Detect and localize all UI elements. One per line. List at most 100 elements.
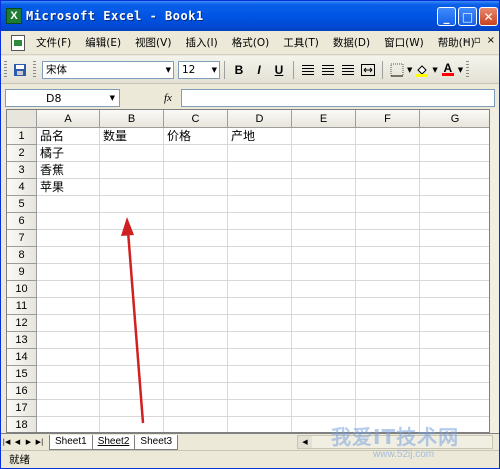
font-color-icon[interactable]: A <box>438 60 458 80</box>
menu-tools[interactable]: 工具(T) <box>276 35 326 50</box>
close-button[interactable]: ✕ <box>479 7 498 26</box>
doc-minimize-button[interactable]: - <box>464 35 468 46</box>
row-header-8[interactable]: 8 <box>7 247 37 264</box>
gridline <box>37 229 489 230</box>
row-header-1[interactable]: 1 <box>7 128 37 145</box>
last-sheet-icon[interactable]: ▶| <box>34 438 45 446</box>
gridline <box>37 382 489 383</box>
bold-button[interactable]: B <box>229 60 249 80</box>
gridline <box>37 195 489 196</box>
column-header-d[interactable]: D <box>228 110 292 128</box>
row-header-11[interactable]: 11 <box>7 298 37 315</box>
row-header-5[interactable]: 5 <box>7 196 37 213</box>
fill-color-icon[interactable] <box>412 60 432 80</box>
status-text: 就绪 <box>9 454 30 466</box>
menu-window[interactable]: 窗口(W) <box>377 35 431 50</box>
font-size-select[interactable]: 12 ▼ <box>178 60 220 79</box>
italic-button[interactable]: I <box>249 60 269 80</box>
cell-a2[interactable]: 橘子 <box>40 145 64 161</box>
toolbar-separator <box>382 60 383 79</box>
row-header-6[interactable]: 6 <box>7 213 37 230</box>
save-icon[interactable] <box>10 60 30 80</box>
cell-c1[interactable]: 价格 <box>167 128 191 144</box>
gridline <box>37 297 489 298</box>
gridline <box>37 212 489 213</box>
row-header-9[interactable]: 9 <box>7 264 37 281</box>
row-header-12[interactable]: 12 <box>7 315 37 332</box>
toolbar-grip-3[interactable] <box>466 60 470 79</box>
formula-input[interactable] <box>181 89 495 107</box>
tab-sheet2[interactable]: Sheet2 <box>91 434 136 450</box>
vertical-scrollbar[interactable] <box>490 109 499 433</box>
row-header-16[interactable]: 16 <box>7 383 37 400</box>
row-header-10[interactable]: 10 <box>7 281 37 298</box>
chevron-down-icon[interactable]: ▼ <box>458 66 463 74</box>
menu-edit[interactable]: 编辑(E) <box>78 35 128 50</box>
column-header-a[interactable]: A <box>37 110 100 128</box>
doc-restore-button[interactable]: ▫ <box>474 35 481 46</box>
merge-center-icon[interactable] <box>358 60 378 80</box>
align-left-icon[interactable] <box>298 60 318 80</box>
minimize-button[interactable]: _ <box>437 7 456 26</box>
column-header-g[interactable]: G <box>420 110 489 128</box>
window-title: Microsoft Excel - Book1 <box>26 9 204 23</box>
workbook-icon[interactable] <box>11 34 25 51</box>
title-bar[interactable]: X Microsoft Excel - Book1 _ □ ✕ <box>1 1 499 31</box>
scroll-left-icon[interactable]: ◀ <box>298 436 312 448</box>
row-header-3[interactable]: 3 <box>7 162 37 179</box>
watermark-url: www.52ij.com <box>373 449 435 460</box>
first-sheet-icon[interactable]: |◀ <box>1 438 12 446</box>
menu-data[interactable]: 数据(D) <box>326 35 377 50</box>
font-name-select[interactable]: 宋体 ▼ <box>42 60 174 79</box>
column-header-f[interactable]: F <box>356 110 420 128</box>
row-header-14[interactable]: 14 <box>7 349 37 366</box>
align-right-icon[interactable] <box>338 60 358 80</box>
toolbar-grip-2[interactable] <box>33 60 36 79</box>
menu-bar: 文件(F) 编辑(E) 视图(V) 插入(I) 格式(O) 工具(T) 数据(D… <box>1 31 499 55</box>
select-all-corner[interactable] <box>7 110 37 128</box>
doc-close-button[interactable]: × <box>487 35 495 46</box>
row-header-4[interactable]: 4 <box>7 179 37 196</box>
row-header-7[interactable]: 7 <box>7 230 37 247</box>
gridline <box>37 331 489 332</box>
gridline <box>37 246 489 247</box>
excel-window: X Microsoft Excel - Book1 _ □ ✕ 文件(F) 编辑… <box>0 0 500 469</box>
gridline <box>37 178 489 179</box>
gridline <box>37 144 489 145</box>
underline-button[interactable]: U <box>269 60 289 80</box>
column-header-b[interactable]: B <box>100 110 164 128</box>
excel-app-icon[interactable]: X <box>6 8 22 24</box>
cell-a1[interactable]: 品名 <box>40 128 64 144</box>
watermark-text: 我爱IT技术网 <box>331 425 460 449</box>
menu-insert[interactable]: 插入(I) <box>178 35 224 50</box>
cell-a3[interactable]: 香蕉 <box>40 162 64 178</box>
row-header-15[interactable]: 15 <box>7 366 37 383</box>
toolbar-grip[interactable] <box>4 60 7 79</box>
column-header-e[interactable]: E <box>292 110 356 128</box>
worksheet-grid[interactable]: A B C D E F G 1 2 3 4 5 6 7 8 9 10 11 12… <box>6 109 490 433</box>
maximize-button[interactable]: □ <box>458 7 477 26</box>
row-header-13[interactable]: 13 <box>7 332 37 349</box>
gridline <box>37 314 489 315</box>
menu-file[interactable]: 文件(F) <box>29 35 78 50</box>
menu-view[interactable]: 视图(V) <box>128 35 178 50</box>
cell-a4[interactable]: 苹果 <box>40 179 64 195</box>
fx-icon[interactable]: fx <box>164 92 172 104</box>
align-center-icon[interactable] <box>318 60 338 80</box>
cell-b1[interactable]: 数量 <box>103 128 127 144</box>
tab-sheet1[interactable]: Sheet1 <box>49 434 93 450</box>
column-header-c[interactable]: C <box>164 110 228 128</box>
row-header-18[interactable]: 18 <box>7 417 37 432</box>
chevron-down-icon[interactable]: ▼ <box>110 94 115 102</box>
next-sheet-icon[interactable]: ▶ <box>23 438 34 446</box>
tab-sheet3[interactable]: Sheet3 <box>134 434 179 450</box>
row-header-2[interactable]: 2 <box>7 145 37 162</box>
row-header-17[interactable]: 17 <box>7 400 37 417</box>
prev-sheet-icon[interactable]: ◀ <box>12 438 23 446</box>
borders-icon[interactable] <box>387 60 407 80</box>
font-size-value: 12 <box>182 63 196 76</box>
name-box[interactable]: D8 ▼ <box>5 89 120 107</box>
cell-d1[interactable]: 产地 <box>231 128 255 144</box>
menu-format[interactable]: 格式(O) <box>225 35 276 50</box>
formula-bar: D8 ▼ fx <box>1 87 499 109</box>
